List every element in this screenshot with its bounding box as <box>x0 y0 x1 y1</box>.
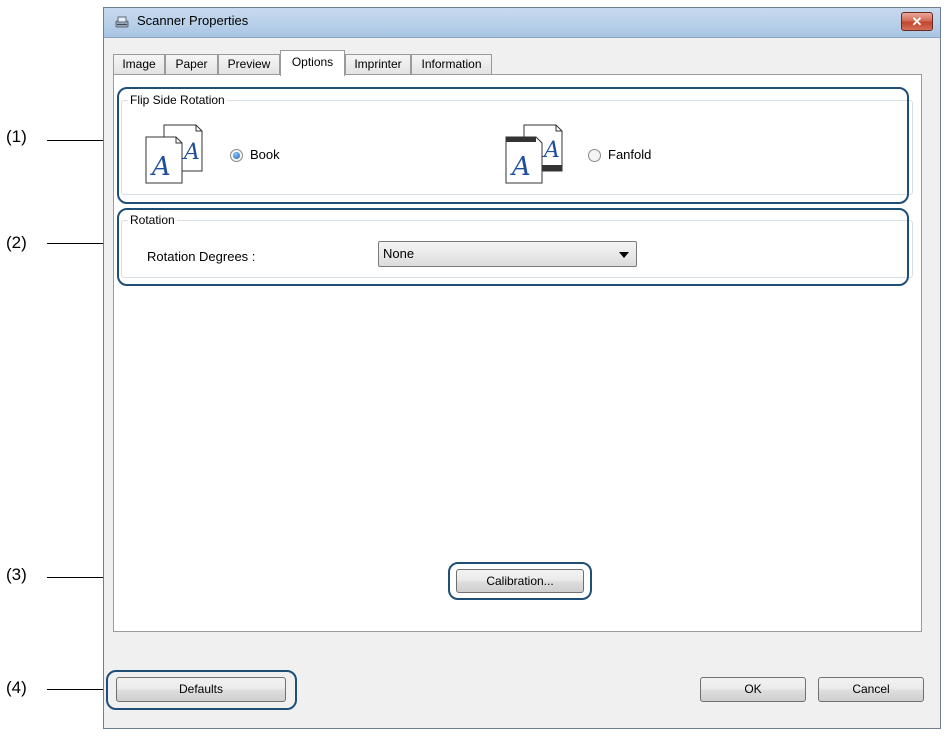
callout-2: (2) <box>6 233 27 252</box>
title-bar[interactable]: Scanner Properties ✕ <box>104 8 940 38</box>
fanfold-radio-label[interactable]: Fanfold <box>608 147 651 162</box>
window-title: Scanner Properties <box>137 13 249 28</box>
close-button[interactable]: ✕ <box>901 12 933 31</box>
callout-1: (1) <box>6 127 27 146</box>
defaults-button[interactable]: Defaults <box>116 677 286 702</box>
fanfold-radio[interactable] <box>588 149 601 162</box>
tab-information[interactable]: Information <box>411 54 492 74</box>
rotation-degrees-label: Rotation Degrees : <box>147 249 256 264</box>
rotation-degrees-select[interactable]: None <box>378 241 637 267</box>
calibration-button[interactable]: Calibration... <box>456 569 584 593</box>
options-panel: Flip Side Rotation A A Book A A Fanfold … <box>113 74 922 632</box>
fanfold-front-glyph: A <box>510 152 531 182</box>
scanner-icon <box>115 16 129 28</box>
fanfold-back-glyph: A <box>542 138 560 163</box>
callout-3: (3) <box>6 565 27 584</box>
close-icon: ✕ <box>911 14 923 29</box>
tab-paper[interactable]: Paper <box>165 54 218 74</box>
callout-4-line <box>47 689 108 690</box>
book-radio[interactable] <box>230 149 243 162</box>
rotation-degrees-value: None <box>383 246 415 261</box>
book-front-glyph: A <box>150 152 171 182</box>
book-radio-label[interactable]: Book <box>250 147 280 162</box>
callout-4: (4) <box>6 678 27 697</box>
fanfold-layout-icon: A A <box>505 124 563 184</box>
book-back-glyph: A <box>182 140 200 165</box>
cancel-button[interactable]: Cancel <box>818 677 924 702</box>
tab-imprinter[interactable]: Imprinter <box>345 54 411 74</box>
scanner-properties-window: Scanner Properties ✕ Image Paper Preview… <box>103 7 941 729</box>
ok-button[interactable]: OK <box>700 677 806 702</box>
tab-preview[interactable]: Preview <box>218 54 280 74</box>
tab-options[interactable]: Options <box>280 50 345 76</box>
tab-image[interactable]: Image <box>113 54 165 74</box>
chevron-down-icon <box>619 252 629 258</box>
book-layout-icon: A A <box>145 124 203 184</box>
